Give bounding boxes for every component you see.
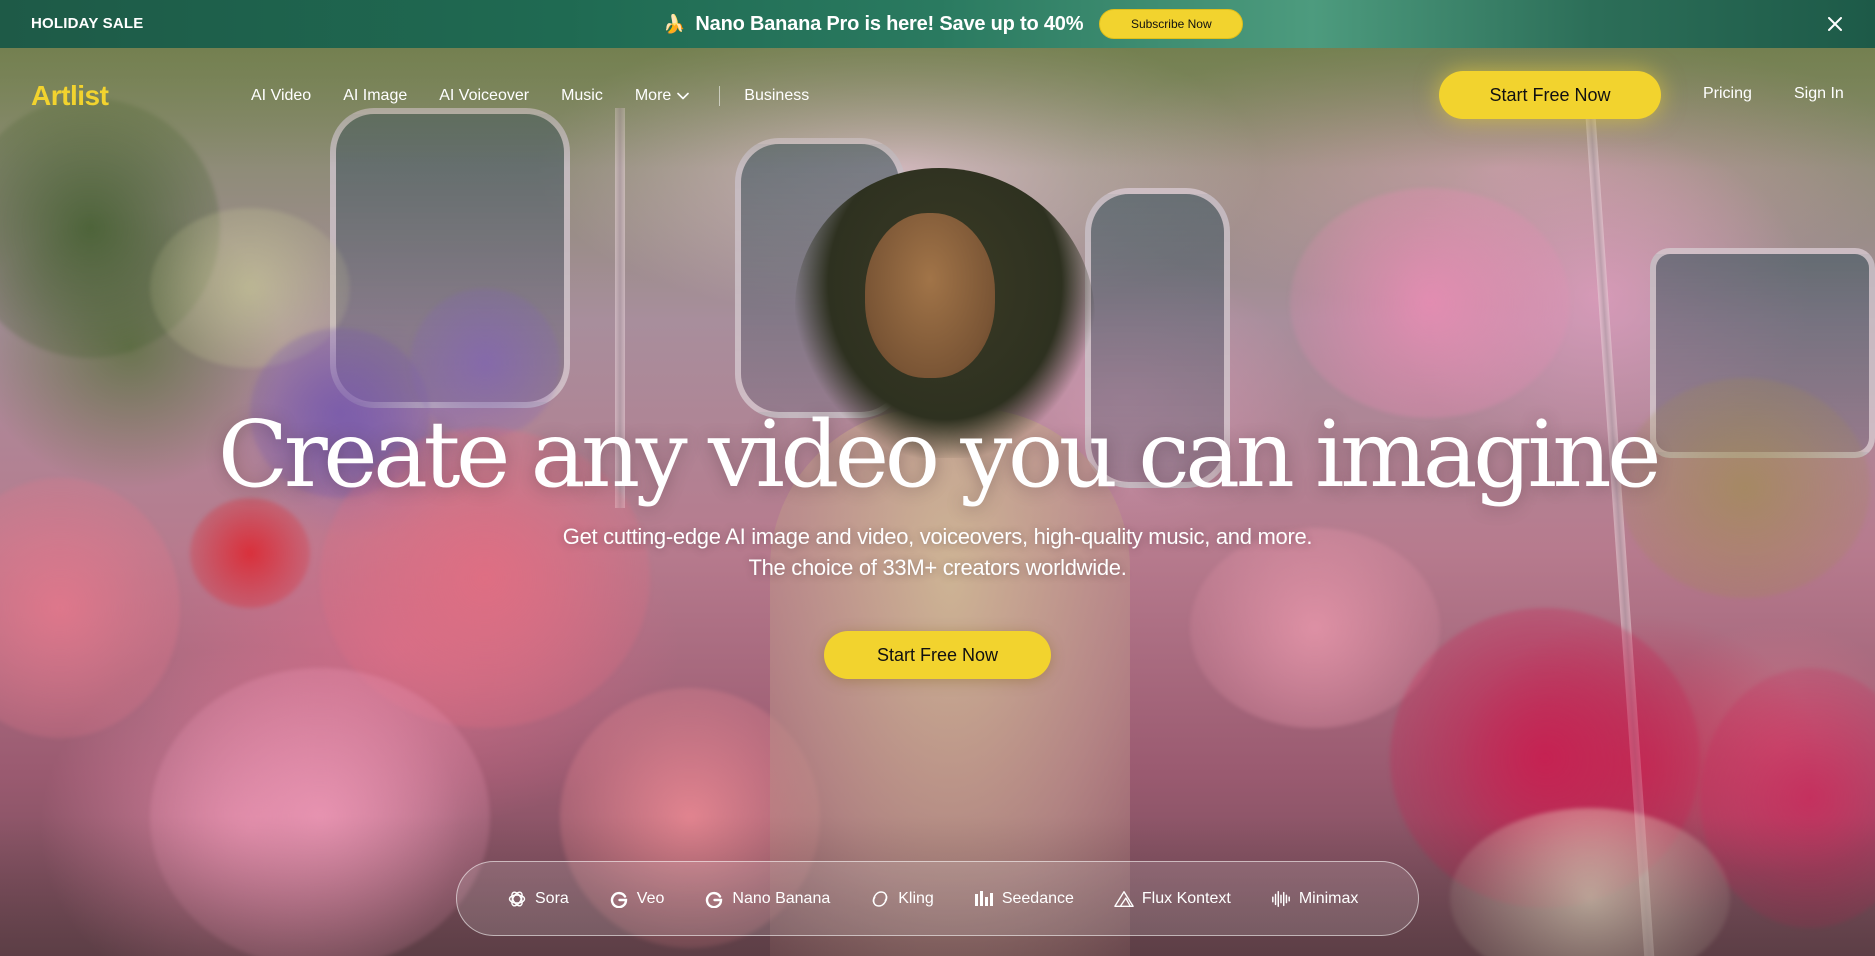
- nav-link-pricing[interactable]: Pricing: [1703, 85, 1752, 103]
- banana-icon: 🍌: [663, 13, 686, 34]
- model-nano-banana[interactable]: Nano Banana: [704, 889, 830, 909]
- promo-label: HOLIDAY SALE: [31, 15, 144, 32]
- hero-headline: Create any video you can imagine: [217, 401, 1662, 508]
- kling-icon: [870, 889, 890, 909]
- model-label: Flux Kontext: [1141, 889, 1231, 907]
- hero-subline: The choice of 33M+ creators worldwide.: [748, 555, 1127, 580]
- flower-cluster: [190, 498, 310, 608]
- model-label: Minimax: [1298, 889, 1359, 907]
- model-label: Sora: [535, 889, 569, 907]
- google-icon: [609, 889, 629, 909]
- nav-link-music[interactable]: Music: [561, 87, 603, 105]
- model-veo[interactable]: Veo: [609, 889, 665, 909]
- model-bar: Sora Veo Nano Banana Kling Seedance Flux…: [456, 861, 1419, 936]
- model-label: Seedance: [1001, 889, 1074, 907]
- nav-link-business[interactable]: Business: [744, 87, 809, 105]
- start-free-button-hero[interactable]: Start Free Now: [824, 631, 1051, 679]
- nav-divider: [719, 86, 721, 106]
- model-label: Kling: [898, 889, 934, 907]
- seedance-icon: [974, 889, 994, 909]
- promo-text: Nano Banana Pro is here! Save up to 40%: [695, 12, 1084, 35]
- hero-subline: Get cutting-edge AI image and video, voi…: [562, 524, 1313, 549]
- chevron-down-icon: [677, 92, 690, 100]
- model-sora[interactable]: Sora: [507, 889, 569, 909]
- flower-cluster: [1290, 188, 1570, 418]
- main-nav: Artlist AI Video AI Image AI Voiceover M…: [0, 48, 1875, 142]
- openai-icon: [507, 889, 527, 909]
- woman-face: [865, 213, 995, 378]
- nav-link-more[interactable]: More: [634, 87, 690, 105]
- subscribe-button[interactable]: Subscribe Now: [1099, 9, 1244, 39]
- model-minimax[interactable]: Minimax: [1271, 889, 1359, 909]
- minimax-icon: [1271, 889, 1291, 909]
- nav-link-ai-voiceover[interactable]: AI Voiceover: [439, 87, 529, 105]
- close-icon[interactable]: [1823, 12, 1847, 36]
- nav-more-label: More: [634, 87, 672, 104]
- nav-links: AI Video AI Image AI Voiceover Music Mor…: [251, 85, 841, 107]
- google-icon: [704, 889, 724, 909]
- nav-link-sign-in[interactable]: Sign In: [1794, 85, 1844, 103]
- model-kling[interactable]: Kling: [870, 889, 934, 909]
- flower-cluster: [0, 478, 180, 738]
- model-label: Veo: [636, 889, 665, 907]
- artlist-logo[interactable]: Artlist: [31, 80, 109, 112]
- promo-message: 🍌 Nano Banana Pro is here! Save up to 40…: [663, 8, 1244, 40]
- flux-icon: [1114, 889, 1134, 909]
- nav-link-ai-video[interactable]: AI Video: [251, 87, 311, 105]
- model-flux-kontext[interactable]: Flux Kontext: [1114, 889, 1231, 909]
- start-free-button-header[interactable]: Start Free Now: [1439, 71, 1661, 119]
- model-label: Nano Banana: [732, 889, 831, 907]
- nav-link-ai-image[interactable]: AI Image: [343, 87, 407, 105]
- model-seedance[interactable]: Seedance: [974, 889, 1074, 909]
- promo-bar: HOLIDAY SALE 🍌 Nano Banana Pro is here! …: [0, 0, 1875, 48]
